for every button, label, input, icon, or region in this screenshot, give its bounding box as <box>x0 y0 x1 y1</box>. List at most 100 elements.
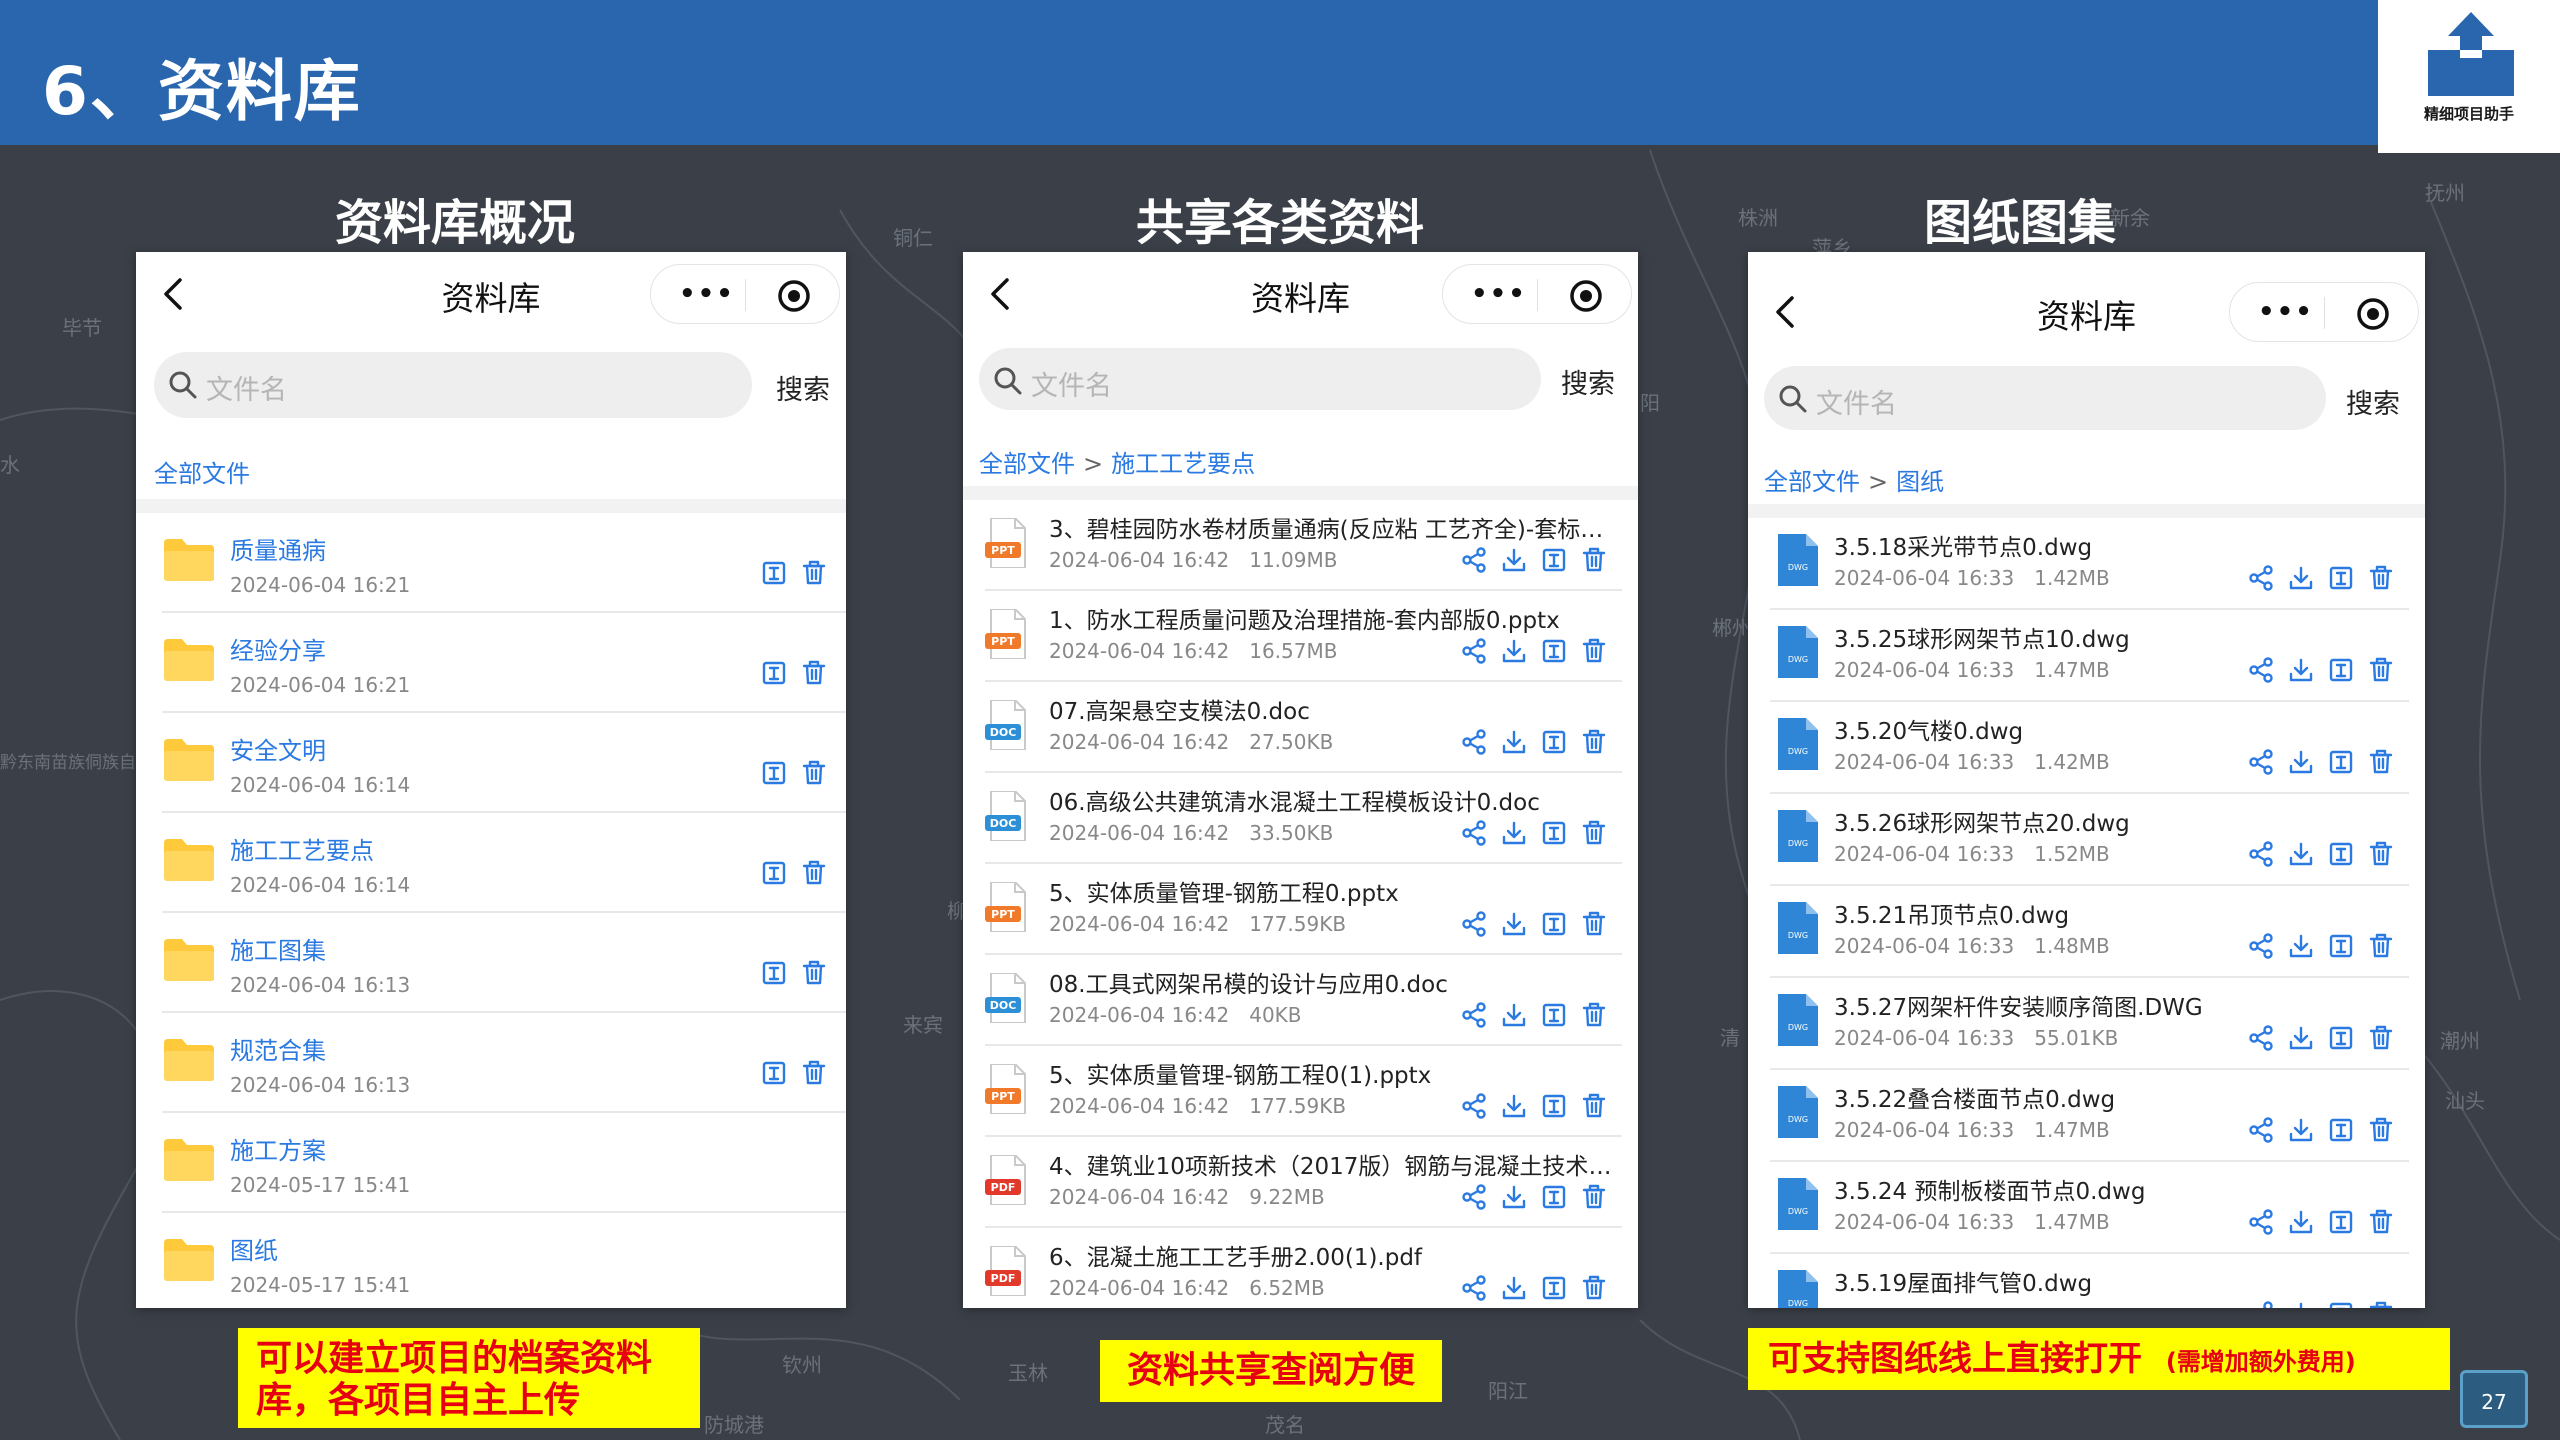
search-input[interactable]: 文件名 <box>979 348 1541 410</box>
share-icon[interactable] <box>1460 1001 1488 1029</box>
search-button[interactable]: 搜索 <box>2346 382 2400 421</box>
rename-icon[interactable] <box>760 859 788 887</box>
file-row[interactable]: PPT 5、实体质量管理-钢筋工程0.pptx 2024-06-04 16:42 17… <box>985 864 1622 955</box>
rename-icon[interactable] <box>1540 1001 1568 1029</box>
share-icon[interactable] <box>2247 840 2275 868</box>
download-icon[interactable] <box>2287 1300 2315 1308</box>
breadcrumb-root[interactable]: 全部文件 <box>979 450 1075 478</box>
rename-icon[interactable] <box>1540 910 1568 938</box>
trash-icon[interactable] <box>1580 1274 1608 1302</box>
trash-icon[interactable] <box>1580 637 1608 665</box>
download-icon[interactable] <box>1500 637 1528 665</box>
download-icon[interactable] <box>1500 1274 1528 1302</box>
download-icon[interactable] <box>2287 1116 2315 1144</box>
rename-icon[interactable] <box>760 759 788 787</box>
rename-icon[interactable] <box>2327 840 2355 868</box>
close-target-icon[interactable] <box>777 279 811 313</box>
drawing-row[interactable]: DWG 3.5.27网架杆件安装顺序简图.DWG 2024-06-04 16:33 5… <box>1770 978 2409 1070</box>
folder-row[interactable]: 经验分享 2024-06-04 16:21 <box>162 613 846 713</box>
trash-icon[interactable] <box>2367 656 2395 684</box>
trash-icon[interactable] <box>1580 1183 1608 1211</box>
folder-row[interactable]: 规范合集 2024-06-04 16:13 <box>162 1013 846 1113</box>
file-row[interactable]: DOC 08.工具式网架吊模的设计与应用0.doc 2024-06-04 16:42… <box>985 955 1622 1046</box>
trash-icon[interactable] <box>800 759 828 787</box>
share-icon[interactable] <box>2247 932 2275 960</box>
rename-icon[interactable] <box>2327 748 2355 776</box>
trash-icon[interactable] <box>800 559 828 587</box>
share-icon[interactable] <box>1460 1183 1488 1211</box>
download-icon[interactable] <box>2287 1208 2315 1236</box>
trash-icon[interactable] <box>1580 728 1608 756</box>
share-icon[interactable] <box>2247 1116 2275 1144</box>
rename-icon[interactable] <box>2327 564 2355 592</box>
download-icon[interactable] <box>2287 840 2315 868</box>
share-icon[interactable] <box>2247 656 2275 684</box>
more-dots-icon[interactable]: ••• <box>2258 297 2314 327</box>
share-icon[interactable] <box>1460 1274 1488 1302</box>
share-icon[interactable] <box>1460 1092 1488 1120</box>
folder-row[interactable]: 图纸 2024-05-17 15:41 <box>162 1213 846 1308</box>
more-dots-icon[interactable]: ••• <box>1471 279 1527 309</box>
drawing-row[interactable]: DWG 3.5.21吊顶节点0.dwg 2024-06-04 16:33 1.48MB <box>1770 886 2409 978</box>
share-icon[interactable] <box>1460 910 1488 938</box>
download-icon[interactable] <box>1500 1183 1528 1211</box>
rename-icon[interactable] <box>2327 932 2355 960</box>
share-icon[interactable] <box>2247 1208 2275 1236</box>
download-icon[interactable] <box>2287 932 2315 960</box>
trash-icon[interactable] <box>2367 1208 2395 1236</box>
search-input[interactable]: 文件名 <box>154 352 752 418</box>
rename-icon[interactable] <box>760 659 788 687</box>
rename-icon[interactable] <box>2327 1208 2355 1236</box>
trash-icon[interactable] <box>2367 1024 2395 1052</box>
trash-icon[interactable] <box>2367 1116 2395 1144</box>
rename-icon[interactable] <box>2327 656 2355 684</box>
share-icon[interactable] <box>1460 546 1488 574</box>
drawing-row[interactable]: DWG 3.5.25球形网架节点10.dwg 2024-06-04 16:33 1.4… <box>1770 610 2409 702</box>
rename-icon[interactable] <box>1540 1274 1568 1302</box>
trash-icon[interactable] <box>1580 546 1608 574</box>
file-row[interactable]: PDF 6、混凝土施工工艺手册2.00(1).pdf 2024-06-04 16:4… <box>985 1228 1622 1308</box>
rename-icon[interactable] <box>1540 819 1568 847</box>
download-icon[interactable] <box>1500 819 1528 847</box>
search-button[interactable]: 搜索 <box>1561 362 1615 401</box>
rename-icon[interactable] <box>1540 728 1568 756</box>
close-target-icon[interactable] <box>2356 297 2390 331</box>
rename-icon[interactable] <box>1540 1092 1568 1120</box>
search-input[interactable]: 文件名 <box>1764 366 2326 430</box>
trash-icon[interactable] <box>2367 748 2395 776</box>
trash-icon[interactable] <box>800 659 828 687</box>
folder-row[interactable]: 施工方案 2024-05-17 15:41 <box>162 1113 846 1213</box>
file-row[interactable]: PDF 4、建筑业10项新技术（2017版）钢筋与混凝土技术0.pdf 2024-0… <box>985 1137 1622 1228</box>
drawing-row[interactable]: DWG 3.5.24 预制板楼面节点0.dwg 2024-06-04 16:33 1.… <box>1770 1162 2409 1254</box>
drawing-row[interactable]: DWG 3.5.20气楼0.dwg 2024-06-04 16:33 1.42MB <box>1770 702 2409 794</box>
download-icon[interactable] <box>2287 1024 2315 1052</box>
rename-icon[interactable] <box>2327 1116 2355 1144</box>
rename-icon[interactable] <box>760 559 788 587</box>
breadcrumb-root[interactable]: 全部文件 <box>1764 468 1860 496</box>
trash-icon[interactable] <box>800 959 828 987</box>
file-row[interactable]: PPT 5、实体质量管理-钢筋工程0(1).pptx 2024-06-04 16:4… <box>985 1046 1622 1137</box>
trash-icon[interactable] <box>1580 1001 1608 1029</box>
trash-icon[interactable] <box>2367 564 2395 592</box>
rename-icon[interactable] <box>1540 546 1568 574</box>
close-target-icon[interactable] <box>1569 279 1603 313</box>
file-row[interactable]: PPT 3、碧桂园防水卷材质量通病(反应粘 工艺齐全)-套标准模... 2024-0… <box>985 500 1622 591</box>
trash-icon[interactable] <box>1580 819 1608 847</box>
share-icon[interactable] <box>1460 728 1488 756</box>
file-row[interactable]: PPT 1、防水工程质量问题及治理措施-套内部版0.pptx 2024-06-04 … <box>985 591 1622 682</box>
share-icon[interactable] <box>1460 637 1488 665</box>
share-icon[interactable] <box>2247 1300 2275 1308</box>
share-icon[interactable] <box>2247 564 2275 592</box>
download-icon[interactable] <box>1500 910 1528 938</box>
folder-row[interactable]: 施工图集 2024-06-04 16:13 <box>162 913 846 1013</box>
folder-row[interactable]: 质量通病 2024-06-04 16:21 <box>162 513 846 613</box>
file-row[interactable]: DOC 06.高级公共建筑清水混凝土工程模板设计0.doc 2024-06-04 1… <box>985 773 1622 864</box>
rename-icon[interactable] <box>760 959 788 987</box>
trash-icon[interactable] <box>800 1059 828 1087</box>
folder-row[interactable]: 施工工艺要点 2024-06-04 16:14 <box>162 813 846 913</box>
share-icon[interactable] <box>2247 748 2275 776</box>
more-dots-icon[interactable]: ••• <box>679 279 735 309</box>
trash-icon[interactable] <box>2367 840 2395 868</box>
breadcrumb-current[interactable]: 施工工艺要点 <box>1111 450 1255 478</box>
download-icon[interactable] <box>1500 1001 1528 1029</box>
